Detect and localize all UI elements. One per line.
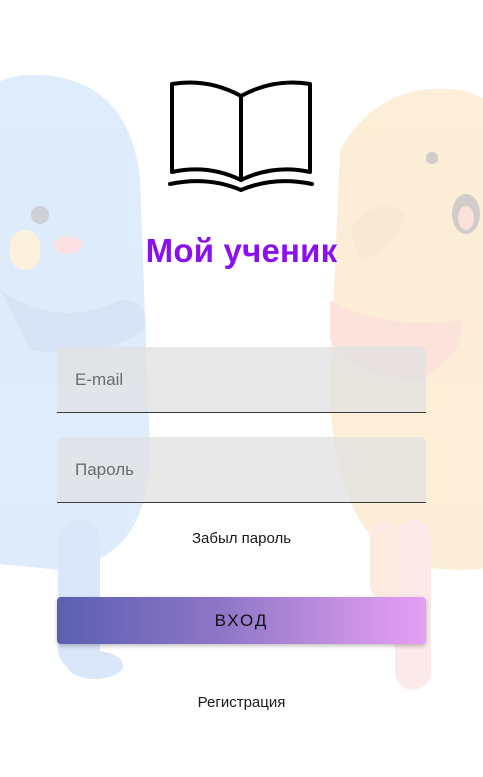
register-link[interactable]: Регистрация [0,694,483,711]
app-title: Мой ученик [145,232,338,269]
password-input[interactable] [57,437,426,502]
password-field[interactable] [57,437,426,503]
login-button[interactable]: ВХОД [57,597,426,644]
open-book-icon [168,80,314,192]
login-screen: Мой ученик Забыл пароль ВХОД Регистрация [0,0,483,777]
forgot-password-link[interactable]: Забыл пароль [0,530,483,547]
email-field[interactable] [57,347,426,413]
email-input[interactable] [57,347,426,412]
